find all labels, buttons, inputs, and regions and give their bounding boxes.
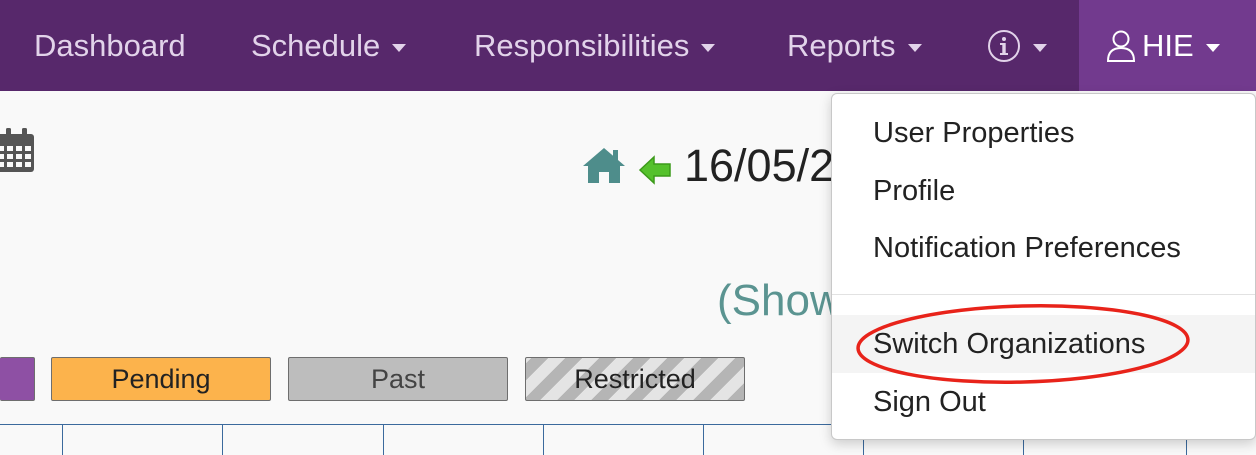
menu-item-label: User Properties xyxy=(873,116,1075,149)
legend-swatch-purple xyxy=(0,357,35,401)
legend-restricted: Restricted xyxy=(525,357,745,401)
nav-user-label: HIE xyxy=(1142,27,1194,63)
menu-item-user-properties[interactable]: User Properties xyxy=(832,109,1255,157)
nav-responsibilities-label: Responsibilities xyxy=(474,27,690,63)
menu-item-label: Notification Preferences xyxy=(873,231,1181,264)
menu-item-label: Profile xyxy=(873,174,956,207)
legend-pending: Pending xyxy=(51,357,271,401)
menu-item-switch-organizations[interactable]: Switch Organizations xyxy=(832,315,1255,373)
legend-past: Past xyxy=(288,357,508,401)
legend-past-label: Past xyxy=(370,363,426,394)
chevron-down-icon xyxy=(392,43,407,52)
nav-reports-label: Reports xyxy=(787,27,896,63)
back-arrow-icon[interactable] xyxy=(638,154,672,186)
user-icon xyxy=(1106,30,1136,62)
chevron-down-icon xyxy=(907,43,922,52)
nav-info[interactable] xyxy=(987,0,1047,91)
calendar-icon[interactable] xyxy=(0,128,36,174)
home-icon[interactable] xyxy=(582,146,626,184)
info-icon xyxy=(988,29,1020,62)
menu-item-profile[interactable]: Profile xyxy=(832,167,1255,215)
grid-divider xyxy=(543,425,544,455)
grid-divider xyxy=(703,425,704,455)
nav-responsibilities[interactable]: Responsibilities xyxy=(474,0,716,91)
user-dropdown-menu: User Properties Profile Notification Pre… xyxy=(831,93,1256,440)
nav-reports[interactable]: Reports xyxy=(787,0,922,91)
grid-divider xyxy=(222,425,223,455)
menu-divider xyxy=(832,294,1255,295)
chevron-down-icon xyxy=(1205,43,1220,52)
nav-schedule-label: Schedule xyxy=(251,27,381,63)
menu-item-label: Switch Organizations xyxy=(873,327,1146,360)
top-navbar: Dashboard Schedule Responsibilities Repo… xyxy=(0,0,1256,91)
legend-restricted-label: Restricted xyxy=(574,363,696,394)
nav-schedule[interactable]: Schedule xyxy=(251,0,407,91)
chevron-down-icon xyxy=(1033,43,1047,52)
show-link[interactable]: (Show xyxy=(717,276,842,326)
menu-item-sign-out[interactable]: Sign Out xyxy=(832,378,1255,426)
grid-divider xyxy=(62,425,63,455)
nav-dashboard-label: Dashboard xyxy=(34,27,186,63)
current-date: 16/05/2 xyxy=(684,140,835,191)
chevron-down-icon xyxy=(701,43,716,52)
legend-pending-label: Pending xyxy=(111,363,211,394)
grid-divider xyxy=(383,425,384,455)
menu-item-notification-preferences[interactable]: Notification Preferences xyxy=(832,224,1255,272)
menu-item-label: Sign Out xyxy=(873,385,986,418)
nav-user-menu[interactable]: HIE xyxy=(1079,0,1256,91)
nav-dashboard[interactable]: Dashboard xyxy=(34,0,186,91)
